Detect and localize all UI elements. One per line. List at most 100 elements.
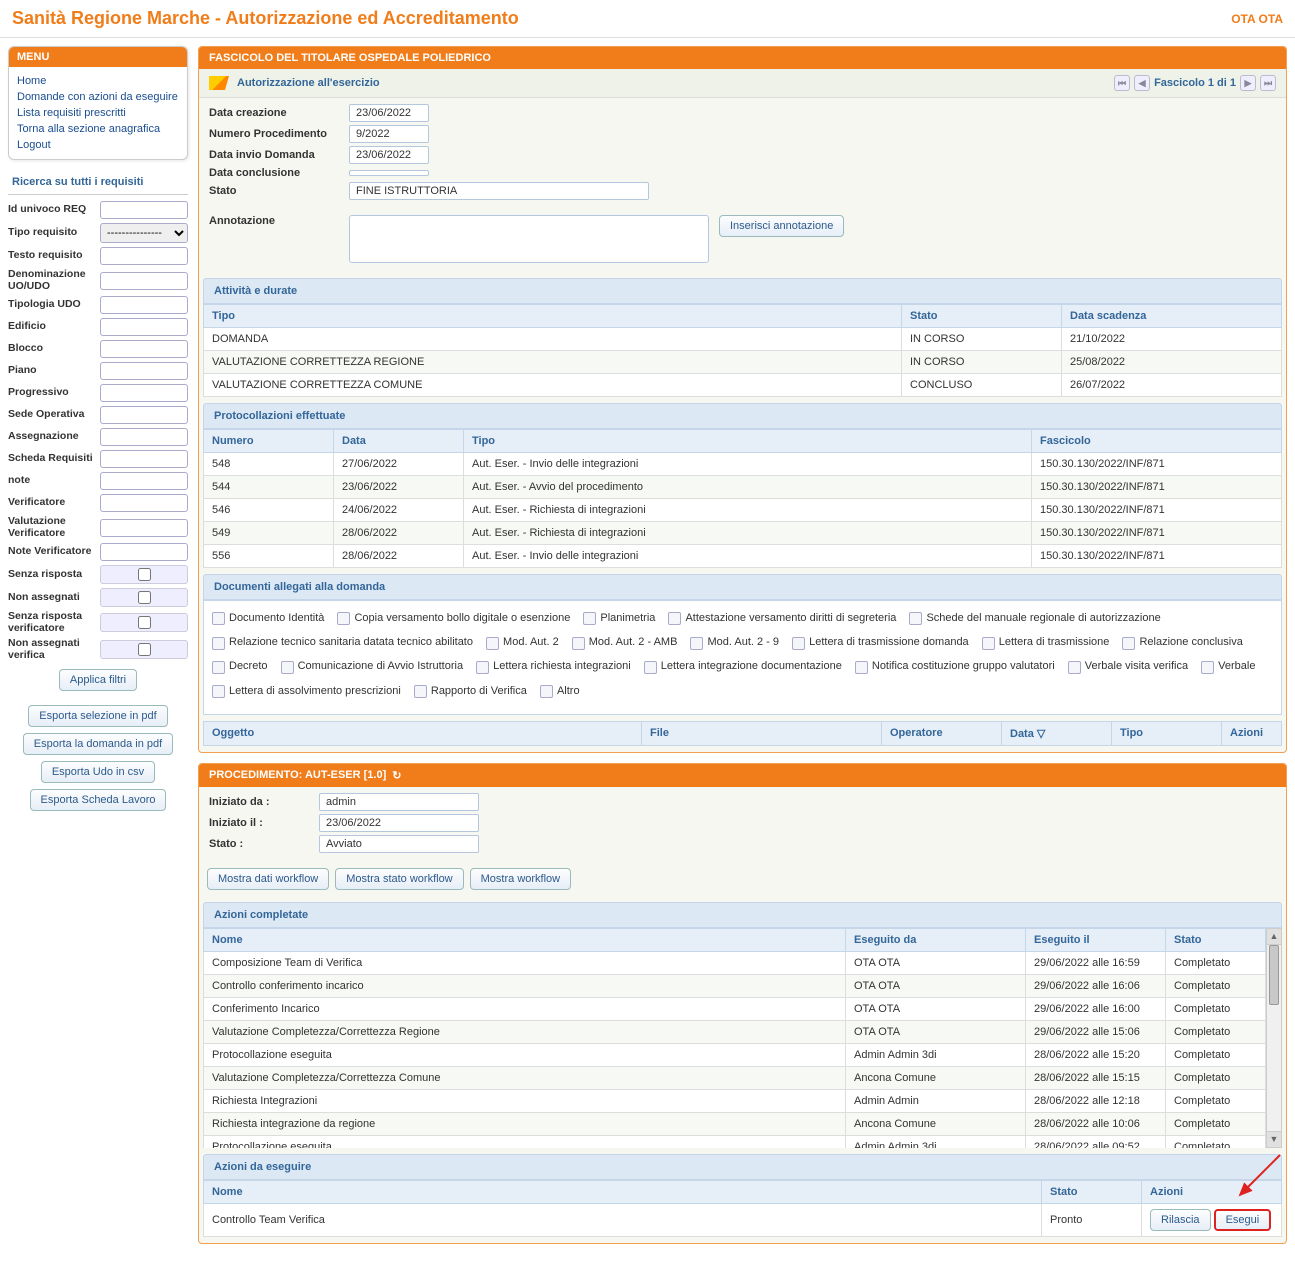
doc-item[interactable]: Relazione conclusiva — [1122, 633, 1242, 653]
doc-item[interactable]: Verbale — [1201, 657, 1255, 677]
checkbox-icon[interactable] — [792, 637, 805, 650]
filter-checkbox[interactable] — [138, 568, 151, 581]
checkbox-icon[interactable] — [414, 685, 427, 698]
checkbox-icon[interactable] — [212, 685, 225, 698]
filter-input[interactable] — [100, 543, 188, 561]
scroll-thumb[interactable] — [1269, 945, 1279, 1005]
pager-first-icon[interactable]: ⏮ — [1114, 75, 1130, 91]
col-header[interactable]: Azioni — [1222, 721, 1282, 745]
scroll-down-icon[interactable]: ▼ — [1267, 1131, 1281, 1147]
workflow-button[interactable]: Mostra dati workflow — [207, 868, 329, 890]
export-button[interactable]: Esporta Scheda Lavoro — [30, 789, 167, 811]
pager-last-icon[interactable]: ⏭ — [1260, 75, 1276, 91]
checkbox-icon[interactable] — [212, 612, 225, 625]
checkbox-icon[interactable] — [1201, 661, 1214, 674]
checkbox-icon[interactable] — [583, 612, 596, 625]
checkbox-icon[interactable] — [644, 661, 657, 674]
filter-input[interactable] — [100, 519, 188, 537]
filter-input[interactable] — [100, 384, 188, 402]
checkbox-icon[interactable] — [337, 612, 350, 625]
pager-prev-icon[interactable]: ◀ — [1134, 75, 1150, 91]
doc-item[interactable]: Schede del manuale regionale di autorizz… — [909, 609, 1160, 629]
checkbox-icon[interactable] — [1068, 661, 1081, 674]
checkbox-icon[interactable] — [540, 685, 553, 698]
checkbox-icon[interactable] — [690, 637, 703, 650]
refresh-icon[interactable]: ↻ — [392, 769, 401, 782]
col-header[interactable]: Nome — [204, 1180, 1042, 1203]
col-header[interactable]: Tipo — [464, 430, 1032, 453]
menu-item[interactable]: Torna alla sezione anagrafica — [17, 121, 179, 137]
inserisci-annotazione-button[interactable]: Inserisci annotazione — [719, 215, 844, 237]
filter-checkbox[interactable] — [138, 591, 151, 604]
scroll-up-icon[interactable]: ▲ — [1267, 929, 1281, 945]
col-header[interactable]: File — [642, 721, 882, 745]
menu-item[interactable]: Logout — [17, 137, 179, 153]
col-header[interactable]: Azioni — [1142, 1180, 1282, 1203]
doc-item[interactable]: Verbale visita verifica — [1068, 657, 1188, 677]
col-header[interactable]: Data ▽ — [1002, 721, 1112, 745]
filter-input[interactable] — [100, 247, 188, 265]
filter-input[interactable] — [100, 201, 188, 219]
rilascia-button[interactable]: Rilascia — [1150, 1209, 1211, 1231]
doc-item[interactable]: Relazione tecnico sanitaria datata tecni… — [212, 633, 473, 653]
checkbox-icon[interactable] — [855, 661, 868, 674]
col-header[interactable]: Nome — [204, 928, 846, 951]
scrollbar[interactable]: ▲ ▼ — [1266, 928, 1282, 1148]
col-header[interactable]: Data scadenza — [1062, 305, 1282, 328]
doc-item[interactable]: Mod. Aut. 2 — [486, 633, 559, 653]
workflow-button[interactable]: Mostra workflow — [470, 868, 571, 890]
checkbox-icon[interactable] — [909, 612, 922, 625]
export-button[interactable]: Esporta selezione in pdf — [28, 705, 167, 727]
doc-item[interactable]: Lettera di trasmissione domanda — [792, 633, 969, 653]
filter-input[interactable] — [100, 272, 188, 290]
doc-item[interactable]: Decreto — [212, 657, 268, 677]
col-header[interactable]: Fascicolo — [1032, 430, 1282, 453]
apply-filters-button[interactable]: Applica filtri — [59, 669, 137, 691]
filter-input[interactable] — [100, 296, 188, 314]
esegui-button[interactable]: Esegui — [1214, 1209, 1272, 1231]
col-header[interactable]: Numero — [204, 430, 334, 453]
doc-item[interactable]: Mod. Aut. 2 - 9 — [690, 633, 779, 653]
checkbox-icon[interactable] — [486, 637, 499, 650]
filter-input[interactable] — [100, 472, 188, 490]
doc-item[interactable]: Mod. Aut. 2 - AMB — [572, 633, 678, 653]
annotazione-input[interactable] — [349, 215, 709, 263]
workflow-button[interactable]: Mostra stato workflow — [335, 868, 463, 890]
menu-item[interactable]: Home — [17, 73, 179, 89]
doc-item[interactable]: Altro — [540, 682, 580, 702]
doc-item[interactable]: Planimetria — [583, 609, 655, 629]
col-header[interactable]: Data — [334, 430, 464, 453]
doc-item[interactable]: Comunicazione di Avvio Istruttoria — [281, 657, 464, 677]
col-header[interactable]: Tipo — [1112, 721, 1222, 745]
filter-select[interactable]: --------------- — [100, 223, 188, 243]
col-header[interactable]: Tipo — [204, 305, 902, 328]
menu-item[interactable]: Lista requisiti prescritti — [17, 105, 179, 121]
checkbox-icon[interactable] — [281, 661, 294, 674]
doc-item[interactable]: Documento Identità — [212, 609, 324, 629]
filter-checkbox[interactable] — [138, 643, 151, 656]
checkbox-icon[interactable] — [668, 612, 681, 625]
checkbox-icon[interactable] — [476, 661, 489, 674]
doc-item[interactable]: Notifica costituzione gruppo valutatori — [855, 657, 1055, 677]
doc-item[interactable]: Lettera integrazione documentazione — [644, 657, 842, 677]
export-button[interactable]: Esporta Udo in csv — [41, 761, 155, 783]
filter-checkbox[interactable] — [138, 616, 151, 629]
doc-item[interactable]: Attestazione versamento diritti di segre… — [668, 609, 896, 629]
col-header[interactable]: Eseguito il — [1026, 928, 1166, 951]
col-header[interactable]: Stato — [1166, 928, 1266, 951]
filter-input[interactable] — [100, 450, 188, 468]
checkbox-icon[interactable] — [212, 637, 225, 650]
col-header[interactable]: Stato — [1042, 1180, 1142, 1203]
col-header[interactable]: Eseguito da — [846, 928, 1026, 951]
filter-input[interactable] — [100, 340, 188, 358]
filter-input[interactable] — [100, 494, 188, 512]
doc-item[interactable]: Lettera di assolvimento prescrizioni — [212, 682, 401, 702]
pager-next-icon[interactable]: ▶ — [1240, 75, 1256, 91]
checkbox-icon[interactable] — [1122, 637, 1135, 650]
checkbox-icon[interactable] — [982, 637, 995, 650]
col-header[interactable]: Stato — [902, 305, 1062, 328]
doc-item[interactable]: Lettera richiesta integrazioni — [476, 657, 631, 677]
col-header[interactable]: Operatore — [882, 721, 1002, 745]
doc-item[interactable]: Rapporto di Verifica — [414, 682, 527, 702]
doc-item[interactable]: Copia versamento bollo digitale o esenzi… — [337, 609, 570, 629]
